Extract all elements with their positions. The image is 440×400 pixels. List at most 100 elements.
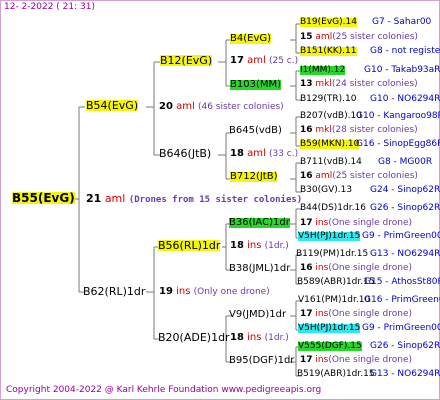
- leaf-code-16[interactable]: G13 - NO6294R: [370, 370, 440, 379]
- footer-copyright: Copyright 2004-2022 @ Karl Kehrle Founda…: [6, 385, 322, 395]
- n4-queen-3[interactable]: B645(vdB): [229, 126, 282, 136]
- leaf-code-12[interactable]: G15 - AthosSt80R: [364, 278, 440, 287]
- n3-unit-4: ins: [247, 332, 262, 343]
- n4-unit-7: ins: [315, 309, 329, 319]
- leaf-queen-7[interactable]: B711(vdB).14: [300, 158, 362, 167]
- leaf-queen-11[interactable]: B119(PM)1dr.15: [296, 250, 368, 259]
- n4-note-4: (25 sister colonies): [332, 171, 418, 181]
- n2-note-1: (46 sister colonies): [197, 102, 284, 112]
- n3-note-3: (1dr.): [264, 241, 289, 251]
- n3-info-2: 18 aml (33 c.): [230, 149, 298, 159]
- n4-unit-1: aml: [315, 32, 333, 42]
- n4-queen-8[interactable]: B95(DGF)1dr: [229, 356, 294, 366]
- n3-queen-4[interactable]: B20(ADE)1dr: [158, 332, 230, 343]
- root-unit: aml: [104, 192, 126, 205]
- n4-unit-3: mkl: [315, 125, 332, 135]
- header-date: 12- 2-2022 ( 21: 31): [4, 2, 95, 12]
- n4-info-2: 13 mkl(24 sister colonies): [300, 80, 418, 89]
- n4-queen-1[interactable]: B4(EvG): [230, 34, 272, 44]
- leaf-code-2[interactable]: G8 - not registe: [370, 47, 440, 56]
- n2-info-1: 20 aml (46 sister colonies): [159, 102, 284, 112]
- n4-unit-6: ins: [315, 263, 329, 273]
- n4-note-1: (25 sister colonies): [332, 32, 418, 42]
- n4-num-4: 16: [300, 171, 313, 181]
- n2-queen-2[interactable]: B62(RL)1dr: [83, 286, 145, 297]
- n4-num-5: 17: [300, 218, 313, 228]
- leaf-code-9[interactable]: G26 - Sinop62R: [370, 204, 440, 213]
- n4-info-6: 16 ins(One single drone): [300, 264, 412, 273]
- n4-queen-7[interactable]: V9(JMD)1dr: [229, 310, 286, 320]
- leaf-queen-9[interactable]: B44(DS)1dr.16: [300, 204, 366, 213]
- leaf-queen-16[interactable]: B519(ABR)1dr.15: [297, 370, 375, 379]
- n4-queen-5[interactable]: B36(IAC)1dr: [229, 218, 290, 228]
- n4-num-1: 15: [300, 32, 313, 42]
- leaf-queen-3[interactable]: I1(MM).12: [300, 66, 346, 75]
- leaf-queen-8[interactable]: B30(GV).13: [300, 186, 352, 195]
- leaf-code-7[interactable]: G8 - MG00R: [378, 158, 432, 167]
- n2-unit-1: aml: [176, 101, 195, 112]
- n3-info-3: 18 ins (1dr.): [230, 241, 289, 251]
- leaf-code-6[interactable]: G16 - SinopEgg86R: [356, 140, 440, 149]
- n4-info-1: 15 aml(25 sister colonies): [300, 33, 418, 42]
- n3-num-4: 18: [230, 332, 244, 343]
- n4-note-5: (One single drone): [328, 218, 412, 228]
- leaf-code-13[interactable]: G16 - PrimGreen00: [364, 296, 440, 305]
- leaf-code-5[interactable]: G10 - Kangaroo98R: [356, 112, 440, 121]
- n4-info-8: 17 ins(One single drone): [300, 356, 412, 365]
- leaf-queen-1[interactable]: B19(EvG).14: [300, 18, 357, 27]
- n2-num-1: 20: [159, 101, 173, 112]
- n3-queen-1[interactable]: B12(EvG): [160, 55, 213, 66]
- leaf-queen-6[interactable]: B59(MKN).10: [300, 140, 360, 149]
- n4-unit-8: ins: [315, 355, 329, 365]
- leaf-code-3[interactable]: G10 - Takab93aR: [364, 66, 440, 75]
- leaf-code-14[interactable]: G9 - PrimGreen00: [362, 324, 440, 333]
- n4-num-2: 13: [300, 79, 313, 89]
- n4-num-3: 16: [300, 125, 313, 135]
- root-note: (Drones from 15 sister colonies): [128, 195, 303, 205]
- leaf-code-8[interactable]: G24 - Sinop62R: [370, 186, 440, 195]
- n4-note-3: (28 sister colonies): [331, 125, 418, 135]
- leaf-queen-2[interactable]: B151(KK).11: [300, 47, 357, 56]
- n4-info-7: 17 ins(One single drone): [300, 310, 412, 319]
- n3-queen-2[interactable]: B646(JtB): [159, 148, 211, 159]
- n4-queen-2[interactable]: B103(MM): [230, 80, 282, 90]
- root-num: 21: [86, 192, 102, 205]
- n2-num-2: 19: [159, 286, 173, 297]
- leaf-code-15[interactable]: G26 - Sinop62R: [370, 342, 440, 351]
- leaf-queen-15[interactable]: V555(DGF).15: [298, 342, 362, 351]
- n3-num-3: 18: [230, 240, 244, 251]
- root-queen[interactable]: B55(EvG): [12, 192, 75, 204]
- n3-unit-3: ins: [247, 240, 262, 251]
- n3-info-4: 18 ins (1dr.): [230, 333, 289, 343]
- leaf-queen-12[interactable]: B589(ABR)1dr.15: [297, 278, 375, 287]
- n3-note-2: (33 c.): [268, 149, 299, 159]
- n3-num-1: 17: [230, 55, 244, 66]
- n4-note-7: (One single drone): [328, 309, 412, 319]
- n4-num-8: 17: [300, 355, 313, 365]
- n4-num-6: 16: [300, 263, 313, 273]
- n2-unit-2: ins: [176, 286, 191, 297]
- n3-info-1: 17 aml (25 c.): [230, 56, 298, 66]
- leaf-code-10[interactable]: G9 - PrimGreen00: [362, 232, 440, 241]
- n4-info-5: 17 ins(One single drone): [300, 219, 412, 228]
- n3-unit-2: aml: [247, 148, 266, 159]
- n4-note-2: (24 sister colonies): [331, 79, 418, 89]
- n3-queen-3[interactable]: B56(RL)1dr: [158, 240, 221, 251]
- leaf-queen-14[interactable]: V5H(PJ)1dr.15: [298, 324, 361, 333]
- n4-unit-4: aml: [315, 171, 333, 181]
- leaf-code-11[interactable]: G13 - NO6294R: [370, 250, 440, 259]
- n3-note-4: (1dr.): [264, 333, 289, 343]
- n4-queen-4[interactable]: B712(JtB): [230, 172, 278, 182]
- n2-queen-1[interactable]: B54(EvG): [86, 100, 139, 111]
- leaf-code-1[interactable]: G7 - Sahar00: [372, 18, 431, 27]
- leaf-queen-5[interactable]: B207(vdB).10: [300, 112, 362, 121]
- leaf-queen-4[interactable]: B129(TR).10: [300, 95, 356, 104]
- leaf-queen-10[interactable]: V5H(PJ)1dr.15: [298, 232, 361, 241]
- n3-unit-1: aml: [247, 55, 266, 66]
- leaf-queen-13[interactable]: V161(PM)1dr.10: [298, 296, 370, 305]
- n4-queen-6[interactable]: B38(JML)1dr: [229, 264, 290, 274]
- n2-info-2: 19 ins (Only one drone): [159, 287, 270, 297]
- n4-info-4: 16 aml(25 sister colonies): [300, 172, 418, 181]
- leaf-code-4[interactable]: G10 - NO6294R: [370, 95, 440, 104]
- n4-unit-2: mkl: [315, 79, 332, 89]
